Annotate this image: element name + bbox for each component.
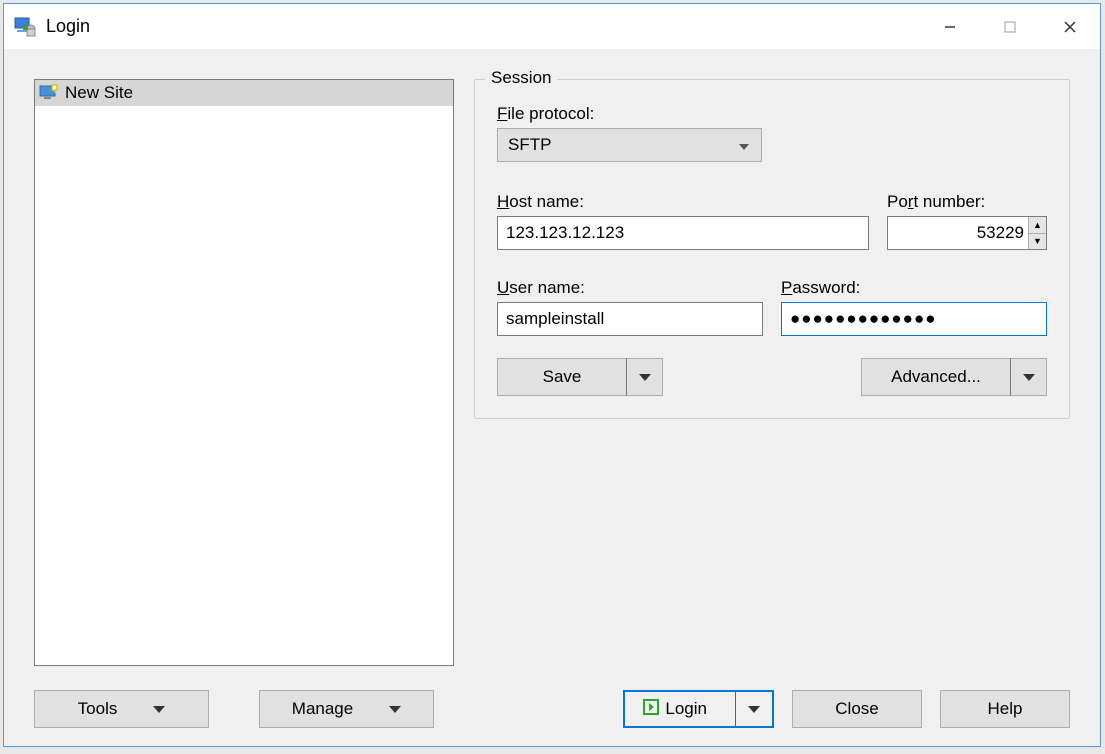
maximize-button[interactable]	[980, 4, 1040, 49]
save-split-button[interactable]: Save	[497, 358, 663, 396]
protocol-label: File protocol:	[497, 104, 1047, 124]
host-input[interactable]: 123.123.12.123	[497, 216, 869, 250]
protocol-select[interactable]: SFTP	[497, 128, 762, 162]
session-groupbox: Session File protocol: SFTP Host name: 1…	[474, 79, 1070, 419]
chevron-down-icon	[748, 706, 760, 713]
tools-button[interactable]: Tools	[34, 690, 209, 728]
protocol-value: SFTP	[508, 135, 551, 155]
login-window: Login	[3, 3, 1101, 747]
port-label: Port number:	[887, 192, 1047, 212]
chevron-down-icon	[153, 706, 165, 713]
chevron-down-icon	[389, 706, 401, 713]
chevron-down-icon	[1023, 374, 1035, 381]
window-controls	[920, 4, 1100, 49]
session-group-title: Session	[485, 68, 557, 88]
login-dropdown[interactable]	[736, 692, 772, 726]
session-panel: Session File protocol: SFTP Host name: 1…	[474, 79, 1070, 666]
user-label: User name:	[497, 278, 763, 298]
advanced-button[interactable]: Advanced...	[861, 358, 1011, 396]
manage-button[interactable]: Manage	[259, 690, 434, 728]
spinner-down-icon[interactable]: ▼	[1029, 234, 1046, 250]
chevron-down-icon	[739, 135, 749, 155]
titlebar: Login	[4, 4, 1100, 49]
save-button[interactable]: Save	[497, 358, 627, 396]
close-button[interactable]	[1040, 4, 1100, 49]
port-input[interactable]: 53229 ▲ ▼	[887, 216, 1047, 250]
host-value: 123.123.12.123	[506, 223, 624, 243]
user-value: sampleinstall	[506, 309, 604, 329]
site-list[interactable]: New Site	[34, 79, 454, 666]
user-input[interactable]: sampleinstall	[497, 302, 763, 336]
port-value: 53229	[896, 223, 1028, 243]
minimize-button[interactable]	[920, 4, 980, 49]
password-value: ●●●●●●●●●●●●●	[790, 309, 937, 329]
monitor-icon	[39, 83, 59, 103]
save-dropdown[interactable]	[627, 358, 663, 396]
password-label: Password:	[781, 278, 1047, 298]
login-split-button[interactable]: Login	[623, 690, 774, 728]
help-button[interactable]: Help	[940, 690, 1070, 728]
content-area: New Site Session File protocol: SFTP Hos…	[4, 49, 1100, 746]
advanced-dropdown[interactable]	[1011, 358, 1047, 396]
host-label: Host name:	[497, 192, 869, 212]
close-dialog-button[interactable]: Close	[792, 690, 922, 728]
site-item-label: New Site	[65, 83, 133, 103]
login-icon	[641, 697, 661, 722]
bottom-bar: Tools Manage Login	[34, 690, 1070, 728]
window-title: Login	[46, 16, 920, 37]
spinner-up-icon[interactable]: ▲	[1029, 217, 1046, 234]
site-item-new[interactable]: New Site	[35, 80, 453, 106]
chevron-down-icon	[639, 374, 651, 381]
advanced-split-button[interactable]: Advanced...	[861, 358, 1047, 396]
port-spinner[interactable]: ▲ ▼	[1028, 217, 1046, 249]
app-icon	[14, 15, 38, 39]
login-button[interactable]: Login	[625, 692, 736, 726]
password-input[interactable]: ●●●●●●●●●●●●●	[781, 302, 1047, 336]
